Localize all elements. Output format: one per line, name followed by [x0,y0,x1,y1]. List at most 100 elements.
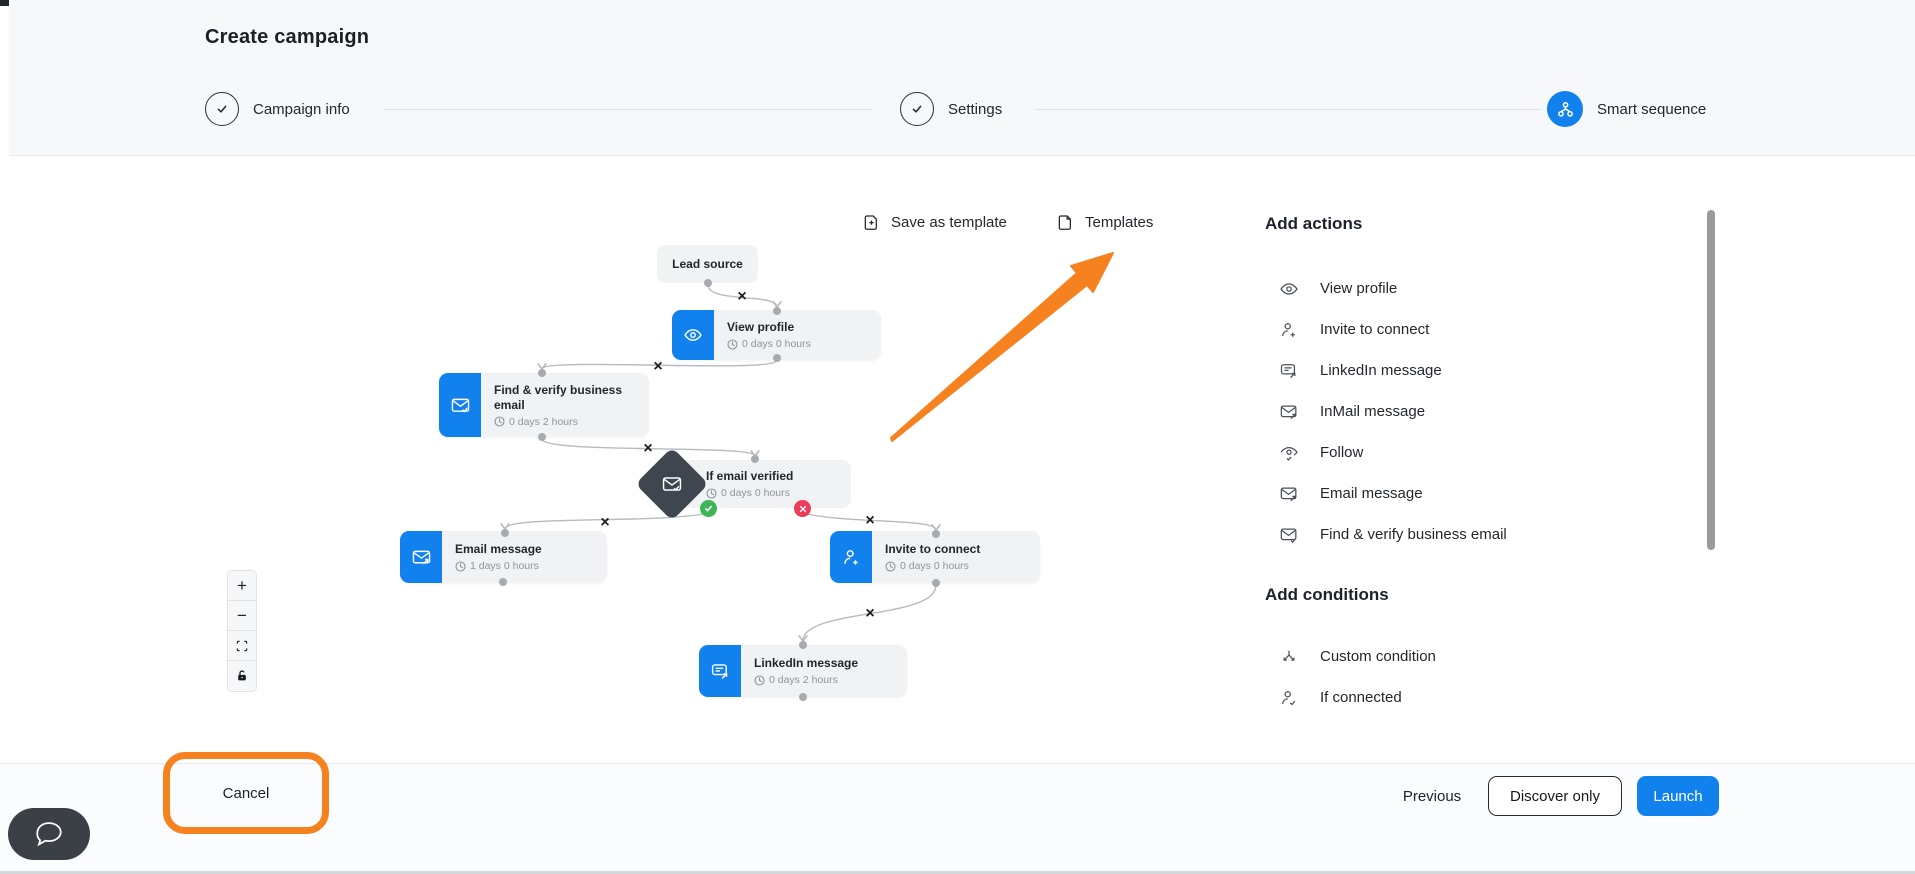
delete-connector-icon[interactable]: × [650,359,666,375]
delete-connector-icon[interactable]: × [862,606,878,622]
action-item-linkedin-message[interactable]: LinkedIn message [1265,350,1705,391]
condition-diamond[interactable] [635,447,709,521]
check-circle-icon [205,92,239,126]
panel-scrollbar[interactable] [1707,210,1715,550]
invite-to-connect-node[interactable]: Invite to connect 0 days 0 hours [830,531,1040,583]
eye-check-icon [1279,443,1299,463]
lock-button[interactable] [228,661,256,691]
action-item-label: InMail message [1320,403,1425,420]
delete-connector-icon[interactable]: × [640,441,656,457]
clock-icon [706,488,717,499]
cancel-button[interactable]: Cancel [163,752,329,834]
zoom-out-button[interactable]: − [228,601,256,631]
add-actions-panel: Add actions View profile Invite to conne… [1265,212,1705,718]
zoom-in-button[interactable]: + [228,571,256,601]
connector-handle[interactable] [932,579,940,587]
connector-handle[interactable] [773,307,781,315]
canvas-zoom-controls: + − [227,570,257,692]
connector-handle[interactable] [538,369,546,377]
connector-handle[interactable] [773,354,781,362]
lock-icon [235,669,249,683]
person-plus-icon [1279,320,1299,340]
action-item-follow[interactable]: Follow [1265,432,1705,473]
create-campaign-screen: Create campaign Campaign info Settings [0,0,1915,874]
action-item-email-message[interactable]: Email message [1265,473,1705,514]
condition-item-custom-condition[interactable]: Custom condition [1265,636,1705,677]
step-settings[interactable]: Settings [900,92,1002,126]
delete-connector-icon[interactable]: × [597,515,613,531]
node-delay: 0 days 0 hours [885,560,1024,572]
envelope-check-icon [661,473,683,495]
eye-icon [1279,279,1299,299]
connector-handle[interactable] [751,455,759,463]
node-title: If email verified [706,469,851,484]
connector-handle[interactable] [932,530,940,538]
branch-icon [1279,647,1299,667]
connector-handle[interactable] [799,693,807,701]
connector-handle[interactable] [501,529,509,537]
step-connector-line [384,109,872,110]
templates-button[interactable]: Templates [1056,213,1153,232]
clock-icon [885,561,896,572]
branch-yes-badge [700,500,717,517]
node-title: Find & verify business email [494,383,624,413]
envelope-arrow-icon [1279,484,1299,504]
email-message-node[interactable]: Email message 1 days 0 hours [400,531,607,583]
action-item-label: View profile [1320,280,1397,297]
clock-icon [494,416,505,427]
find-verify-email-node[interactable]: Find & verify business email 0 days 2 ho… [439,373,649,437]
node-delay: 0 days 0 hours [727,338,865,350]
connector-handle[interactable] [704,279,712,287]
connector-handle[interactable] [538,433,546,441]
connector-handle[interactable] [499,578,507,586]
node-title: Invite to connect [885,542,1024,557]
linkedin-message-node[interactable]: LinkedIn message 0 days 2 hours [699,645,907,697]
fit-view-button[interactable] [228,631,256,661]
discover-only-button[interactable]: Discover only [1488,776,1622,816]
fit-view-icon [235,639,249,653]
chat-widget-button[interactable] [8,808,90,860]
step-label: Smart sequence [1597,101,1706,118]
step-label: Campaign info [253,101,350,118]
node-title: LinkedIn message [754,656,891,671]
step-campaign-info[interactable]: Campaign info [205,92,350,126]
connector-handle[interactable] [799,641,807,649]
action-item-find-verify-email[interactable]: Find & verify business email [1265,514,1705,555]
node-delay: 0 days 2 hours [754,674,891,686]
launch-button[interactable]: Launch [1637,776,1719,816]
step-smart-sequence[interactable]: Smart sequence [1547,91,1706,127]
view-profile-node[interactable]: View profile 0 days 0 hours [672,310,881,360]
chat-arrow-icon [1279,361,1299,381]
corner-artifact [0,0,9,6]
condition-item-if-connected[interactable]: If connected [1265,677,1705,718]
previous-button[interactable]: Previous [1396,776,1468,816]
chat-bubble-icon [32,819,66,849]
delete-connector-icon[interactable]: × [862,513,878,529]
chat-arrow-icon [699,645,741,697]
envelope-check-icon [1279,525,1299,545]
person-check-icon [1279,688,1299,708]
envelope-arrow-icon [400,531,442,583]
save-as-template-button[interactable]: Save as template [862,213,1007,232]
condition-item-label: Custom condition [1320,648,1436,665]
action-item-invite-to-connect[interactable]: Invite to connect [1265,309,1705,350]
lead-source-label: Lead source [672,257,743,271]
clock-icon [455,561,466,572]
action-item-label: Invite to connect [1320,321,1429,338]
envelope-check-icon [439,373,481,437]
eye-icon [672,310,714,360]
action-item-inmail-message[interactable]: InMail message [1265,391,1705,432]
add-actions-title: Add actions [1265,212,1705,236]
sequence-tree-icon [1547,91,1583,127]
templates-label: Templates [1085,214,1153,231]
person-plus-icon [830,531,872,583]
file-icon [1056,213,1075,232]
action-item-view-profile[interactable]: View profile [1265,268,1705,309]
condition-item-label: If connected [1320,689,1402,706]
header: Create campaign Campaign info Settings [0,0,1915,156]
save-as-template-label: Save as template [891,214,1007,231]
delete-connector-icon[interactable]: × [734,289,750,305]
lead-source-node[interactable]: Lead source [657,245,758,283]
left-edge-strip [0,0,9,156]
clock-icon [727,339,738,350]
